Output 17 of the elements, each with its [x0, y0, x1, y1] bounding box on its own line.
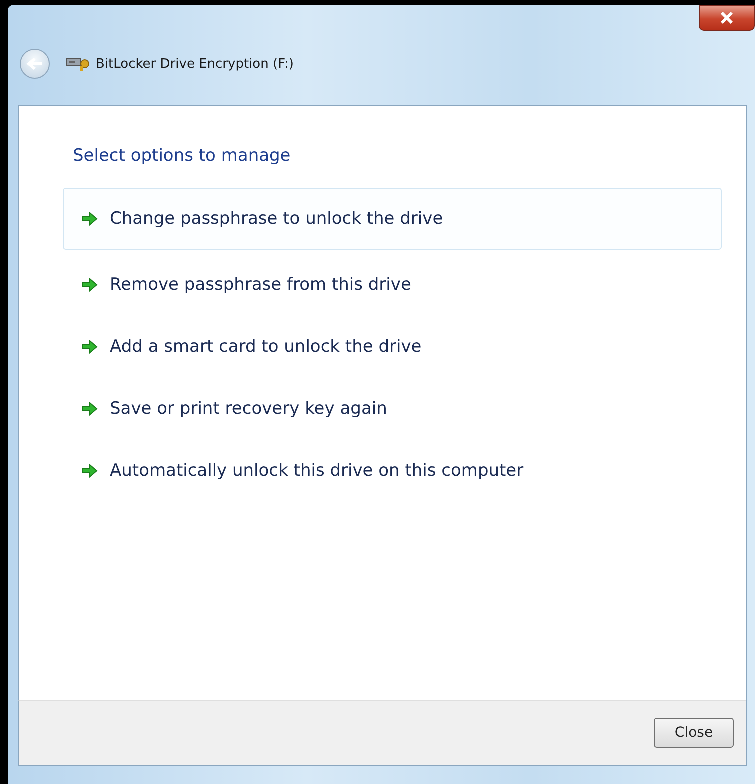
close-button[interactable]: Close: [654, 718, 734, 748]
arrow-icon: [82, 212, 98, 226]
close-icon: [719, 12, 735, 24]
page-heading: Select options to manage: [73, 146, 292, 166]
arrow-icon: [82, 402, 98, 416]
arrow-icon: [82, 340, 98, 354]
option-link[interactable]: Change passphrase to unlock the drive: [63, 188, 722, 250]
arrow-icon: [82, 278, 98, 292]
window-title: BitLocker Drive Encryption (F:): [96, 56, 294, 72]
back-arrow-icon: [26, 57, 44, 71]
option-link[interactable]: Save or print recovery key again: [63, 382, 722, 436]
arrow-icon: [82, 464, 98, 478]
option-link[interactable]: Add a smart card to unlock the drive: [63, 320, 722, 374]
drive-key-icon: [66, 56, 90, 72]
option-link[interactable]: Remove passphrase from this drive: [63, 258, 722, 312]
option-link[interactable]: Automatically unlock this drive on this computer: [63, 444, 722, 498]
window-close-button[interactable]: [699, 5, 755, 31]
